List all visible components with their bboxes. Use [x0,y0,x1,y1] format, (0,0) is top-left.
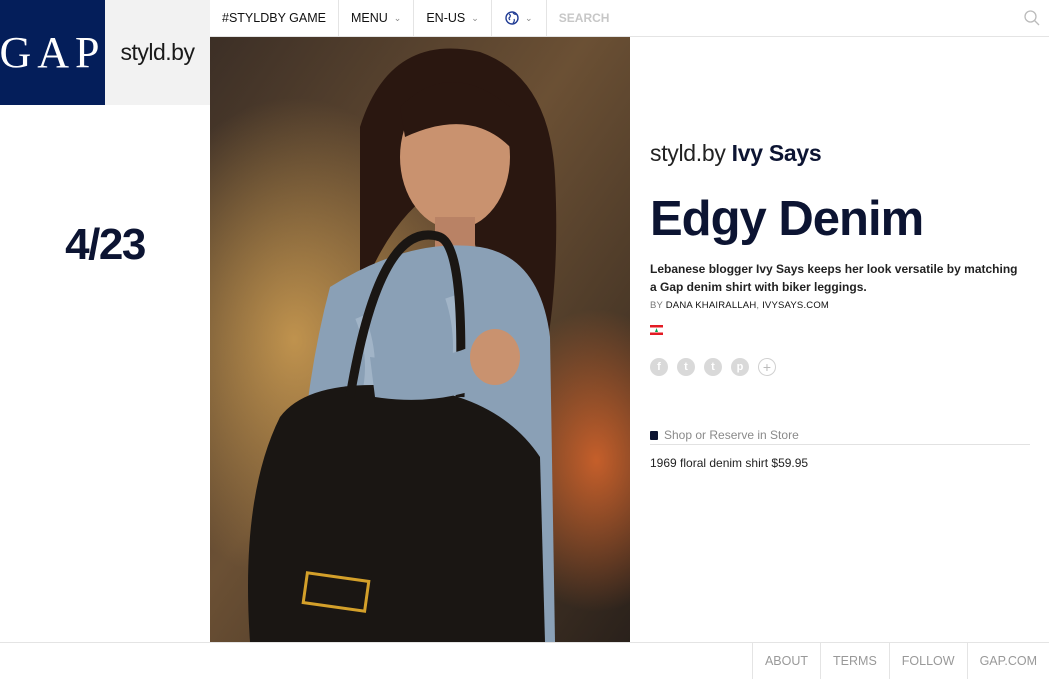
search-icon[interactable] [1023,9,1041,27]
byline-separator: , [756,300,760,311]
top-nav: #STYLDBY GAME MENU ⌄ EN-US ⌄ ⌄ [210,0,1049,37]
article-panel: styld.by Ivy Says Edgy Denim Lebanese bl… [650,140,1030,470]
stylist-name[interactable]: Ivy Says [732,140,822,166]
gap-logo[interactable]: GAP [0,0,105,105]
pinterest-icon[interactable]: p [731,358,749,376]
featured-photo [210,37,630,642]
facebook-icon[interactable]: f [650,358,668,376]
styldby-brand[interactable]: styld.by [105,0,210,105]
lebanon-flag-icon [650,325,663,335]
footer-nav: ABOUT TERMS FOLLOW GAP.COM [0,642,1049,679]
article-headline: Edgy Denim [650,192,924,246]
twitter-icon[interactable]: t [677,358,695,376]
post-date: 4/23 [65,220,146,269]
footer-follow-link[interactable]: FOLLOW [888,643,967,679]
plus-icon[interactable]: + [758,358,776,376]
nav-menu-label: MENU [350,11,388,25]
brand-text: styld.by [120,39,195,65]
byline: BY DANA KHAIRALLAH, IVYSAYS.COM [650,300,1030,311]
nav-game-label: #STYLDBY GAME [222,11,326,25]
nav-language[interactable]: EN-US ⌄ [414,0,492,36]
chevron-down-icon: ⌄ [525,12,533,23]
tumblr-icon[interactable]: t [704,358,722,376]
shopping-bag-icon [650,430,658,440]
search-input[interactable] [556,10,981,26]
chevron-down-icon: ⌄ [393,12,402,23]
nav-styldby-game[interactable]: #STYLDBY GAME [210,0,339,36]
footer-about-link[interactable]: ABOUT [751,643,820,679]
footer-terms-link[interactable]: TERMS [820,643,889,679]
nav-menu[interactable]: MENU ⌄ [339,0,415,36]
search-bar [547,0,1049,36]
globe-icon [505,11,519,25]
product-link[interactable]: 1969 floral denim shirt $59.95 [650,456,1030,470]
photo-illustration [210,37,630,642]
nav-locale-label: EN-US [426,11,466,25]
stylist-prefix: styld.by [650,140,726,166]
logo-text: GAP [0,28,106,77]
site-link[interactable]: IVYSAYS.COM [762,300,829,311]
byline-label: BY [650,300,663,311]
social-share: f t t p + [650,358,1030,376]
author-link[interactable]: DANA KHAIRALLAH [666,300,757,311]
shop-label: Shop or Reserve in Store [664,428,799,442]
stylist-title: styld.by Ivy Says [650,140,1030,167]
article-description: Lebanese blogger Ivy Says keeps her look… [650,262,1018,294]
shop-reserve-link[interactable]: Shop or Reserve in Store [650,428,1030,445]
chevron-down-icon: ⌄ [471,12,479,23]
footer-gapcom-link[interactable]: GAP.COM [966,643,1049,679]
nav-region[interactable]: ⌄ [492,0,547,36]
